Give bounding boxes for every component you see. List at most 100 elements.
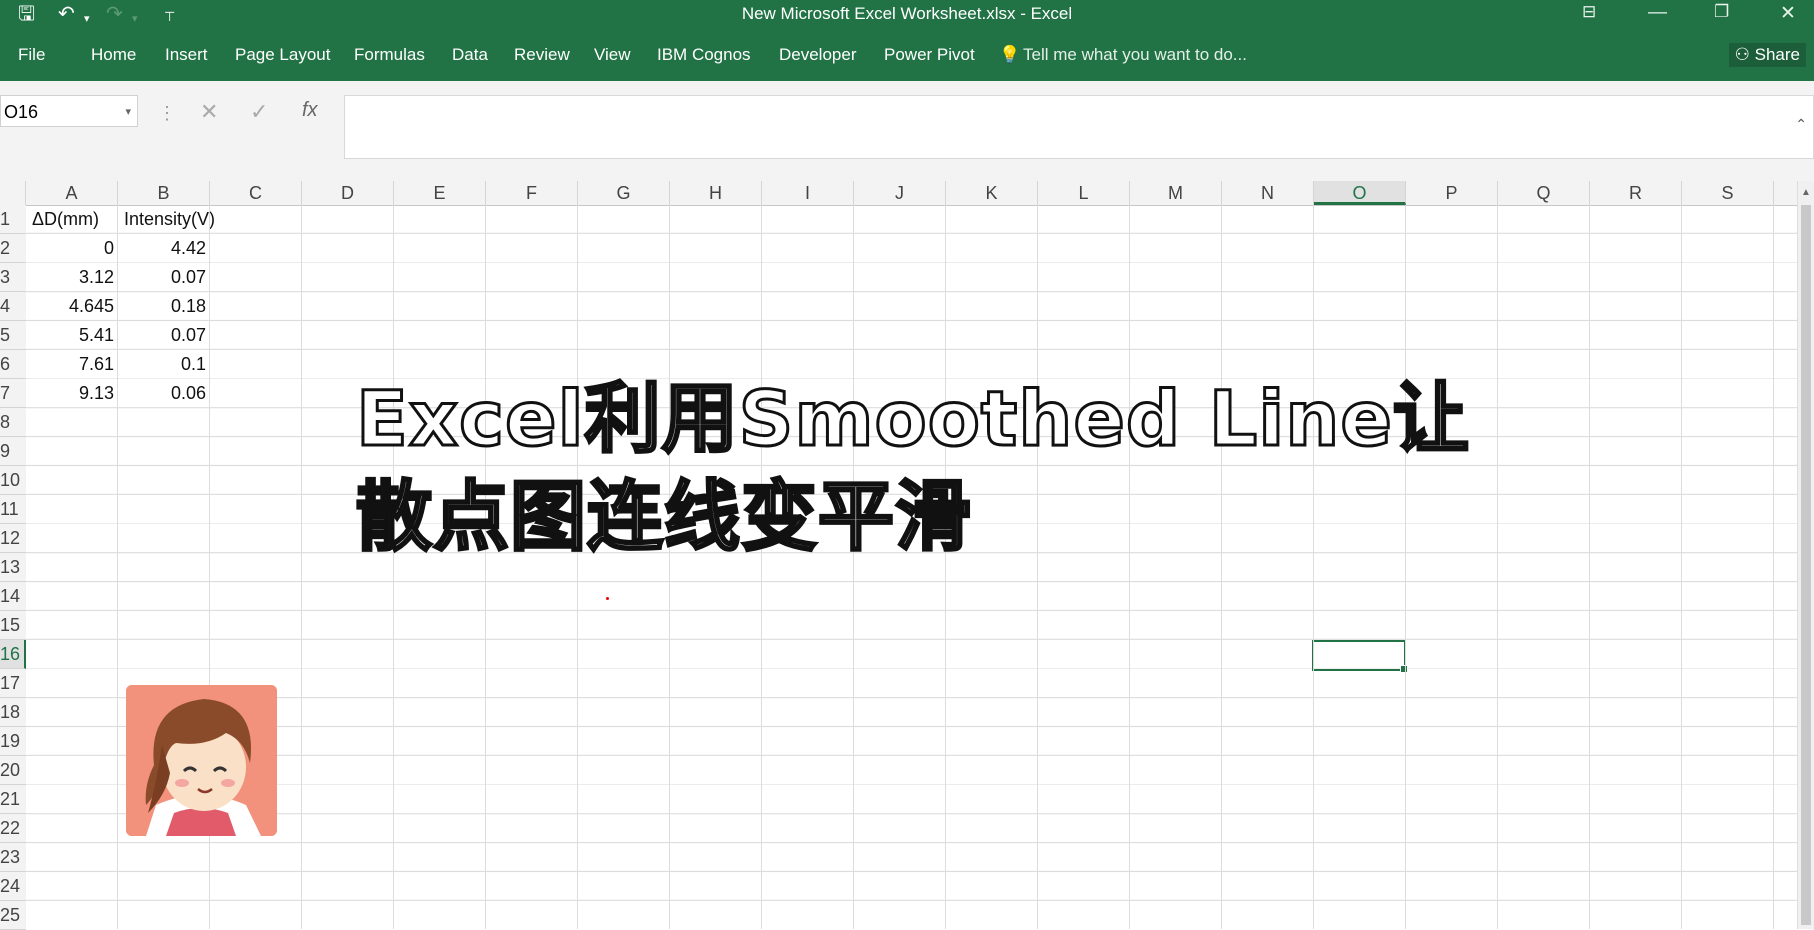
tab-data[interactable]: Data: [452, 45, 488, 65]
fill-handle[interactable]: [1400, 665, 1408, 673]
cell-a3[interactable]: 3.12: [26, 263, 118, 292]
window-title: New Microsoft Excel Worksheet.xlsx - Exc…: [741, 4, 1073, 23]
tab-view[interactable]: View: [594, 45, 631, 65]
scrollbar-thumb[interactable]: [1801, 205, 1811, 925]
column-gridline: [393, 205, 394, 929]
row-header-4[interactable]: 4: [0, 292, 26, 321]
row-header-13[interactable]: 13: [0, 553, 26, 582]
column-header-q[interactable]: Q: [1498, 181, 1590, 205]
row-header-18[interactable]: 18: [0, 698, 26, 727]
share-button[interactable]: ⚇ Share: [1728, 43, 1806, 67]
scroll-up-icon[interactable]: ▲: [1801, 187, 1811, 198]
column-gridline: [577, 205, 578, 929]
cell-b6[interactable]: 0.1: [118, 350, 210, 379]
row-header-12[interactable]: 12: [0, 524, 26, 553]
tab-file[interactable]: File: [18, 45, 45, 65]
column-header-b[interactable]: B: [118, 181, 210, 205]
lightbulb-icon: 💡: [999, 45, 1021, 64]
column-header-n[interactable]: N: [1222, 181, 1314, 205]
minimize-icon[interactable]: —: [1648, 2, 1667, 24]
row-header-25[interactable]: 25: [0, 901, 26, 930]
column-header-l[interactable]: L: [1038, 181, 1130, 205]
row-header-15[interactable]: 15: [0, 611, 26, 640]
column-header-e[interactable]: E: [394, 181, 486, 205]
cell-b7[interactable]: 0.06: [118, 379, 210, 408]
column-header-d[interactable]: D: [302, 181, 394, 205]
column-header-g[interactable]: G: [578, 181, 670, 205]
ribbon-display-icon[interactable]: ⊟: [1582, 2, 1596, 22]
row-header-2[interactable]: 2: [0, 234, 26, 263]
name-box[interactable]: O16 ▾: [0, 95, 138, 127]
column-header-j[interactable]: J: [854, 181, 946, 205]
cell-a5[interactable]: 5.41: [26, 321, 118, 350]
tab-insert[interactable]: Insert: [165, 45, 208, 65]
selected-cell-o16[interactable]: [1312, 640, 1408, 673]
restore-icon[interactable]: ❐: [1714, 2, 1729, 22]
cell-a6[interactable]: 7.61: [26, 350, 118, 379]
tab-ibm-cognos[interactable]: IBM Cognos: [657, 45, 751, 65]
cell-a1[interactable]: ΔD(mm): [32, 205, 99, 234]
row-header-6[interactable]: 6: [0, 350, 26, 379]
row-header-14[interactable]: 14: [0, 582, 26, 611]
column-gridline: [761, 205, 762, 929]
column-header-p[interactable]: P: [1406, 181, 1498, 205]
cell-b1[interactable]: Intensity(V): [124, 205, 215, 234]
row-header-20[interactable]: 20: [0, 756, 26, 785]
row-header-5[interactable]: 5: [0, 321, 26, 350]
vertical-dots-icon: ⋮: [158, 103, 176, 123]
cell-b5[interactable]: 0.07: [118, 321, 210, 350]
column-header-m[interactable]: M: [1130, 181, 1222, 205]
row-header-1[interactable]: 1: [0, 205, 26, 234]
row-header-16[interactable]: 16: [0, 640, 26, 669]
row-header-10[interactable]: 10: [0, 466, 26, 495]
row-header-9[interactable]: 9: [0, 437, 26, 466]
overlay-title-line2: 散点图连线变平滑: [355, 471, 973, 563]
tell-me-search[interactable]: Tell me what you want to do...: [1023, 45, 1247, 65]
row-header-7[interactable]: 7: [0, 379, 26, 408]
column-gridline: [853, 205, 854, 929]
tab-developer[interactable]: Developer: [779, 45, 857, 65]
collapse-formula-bar-icon[interactable]: ⌃: [1795, 116, 1807, 133]
vertical-scrollbar[interactable]: ▲: [1797, 181, 1814, 929]
row-header-21[interactable]: 21: [0, 785, 26, 814]
column-header-c[interactable]: C: [210, 181, 302, 205]
row-header-19[interactable]: 19: [0, 727, 26, 756]
select-all-corner[interactable]: [0, 181, 26, 205]
ribbon-tabs: File Home Insert Page Layout Formulas Da…: [0, 29, 1814, 81]
row-header-11[interactable]: 11: [0, 495, 26, 524]
column-header-i[interactable]: I: [762, 181, 854, 205]
row-header-22[interactable]: 22: [0, 814, 26, 843]
close-icon[interactable]: ✕: [1780, 2, 1796, 25]
column-header-k[interactable]: K: [946, 181, 1038, 205]
cell-a7[interactable]: 9.13: [26, 379, 118, 408]
insert-function-icon[interactable]: fx: [302, 99, 318, 122]
row-header-17[interactable]: 17: [0, 669, 26, 698]
column-gridline: [945, 205, 946, 929]
cell-a2[interactable]: 0: [26, 234, 118, 263]
column-header-r[interactable]: R: [1590, 181, 1682, 205]
tab-home[interactable]: Home: [91, 45, 136, 65]
column-header-s[interactable]: S: [1682, 181, 1774, 205]
column-header-h[interactable]: H: [670, 181, 762, 205]
tab-power-pivot[interactable]: Power Pivot: [884, 45, 975, 65]
formula-input[interactable]: ⌃: [344, 95, 1814, 159]
cancel-icon: ✕: [200, 99, 219, 124]
cell-b3[interactable]: 0.07: [118, 263, 210, 292]
column-gridline: [301, 205, 302, 929]
avatar[interactable]: [126, 685, 277, 836]
column-header-a[interactable]: A: [26, 181, 118, 205]
cell-b2[interactable]: 4.42: [118, 234, 210, 263]
enter-check-icon: ✓: [250, 99, 269, 124]
column-header-o[interactable]: O: [1314, 181, 1406, 205]
cell-b4[interactable]: 0.18: [118, 292, 210, 321]
chevron-down-icon[interactable]: ▾: [125, 96, 131, 128]
row-header-23[interactable]: 23: [0, 843, 26, 872]
tab-page-layout[interactable]: Page Layout: [235, 45, 330, 65]
row-header-3[interactable]: 3: [0, 263, 26, 292]
tab-formulas[interactable]: Formulas: [354, 45, 425, 65]
row-header-8[interactable]: 8: [0, 408, 26, 437]
cell-a4[interactable]: 4.645: [26, 292, 118, 321]
tab-review[interactable]: Review: [514, 45, 570, 65]
row-header-24[interactable]: 24: [0, 872, 26, 901]
column-header-f[interactable]: F: [486, 181, 578, 205]
